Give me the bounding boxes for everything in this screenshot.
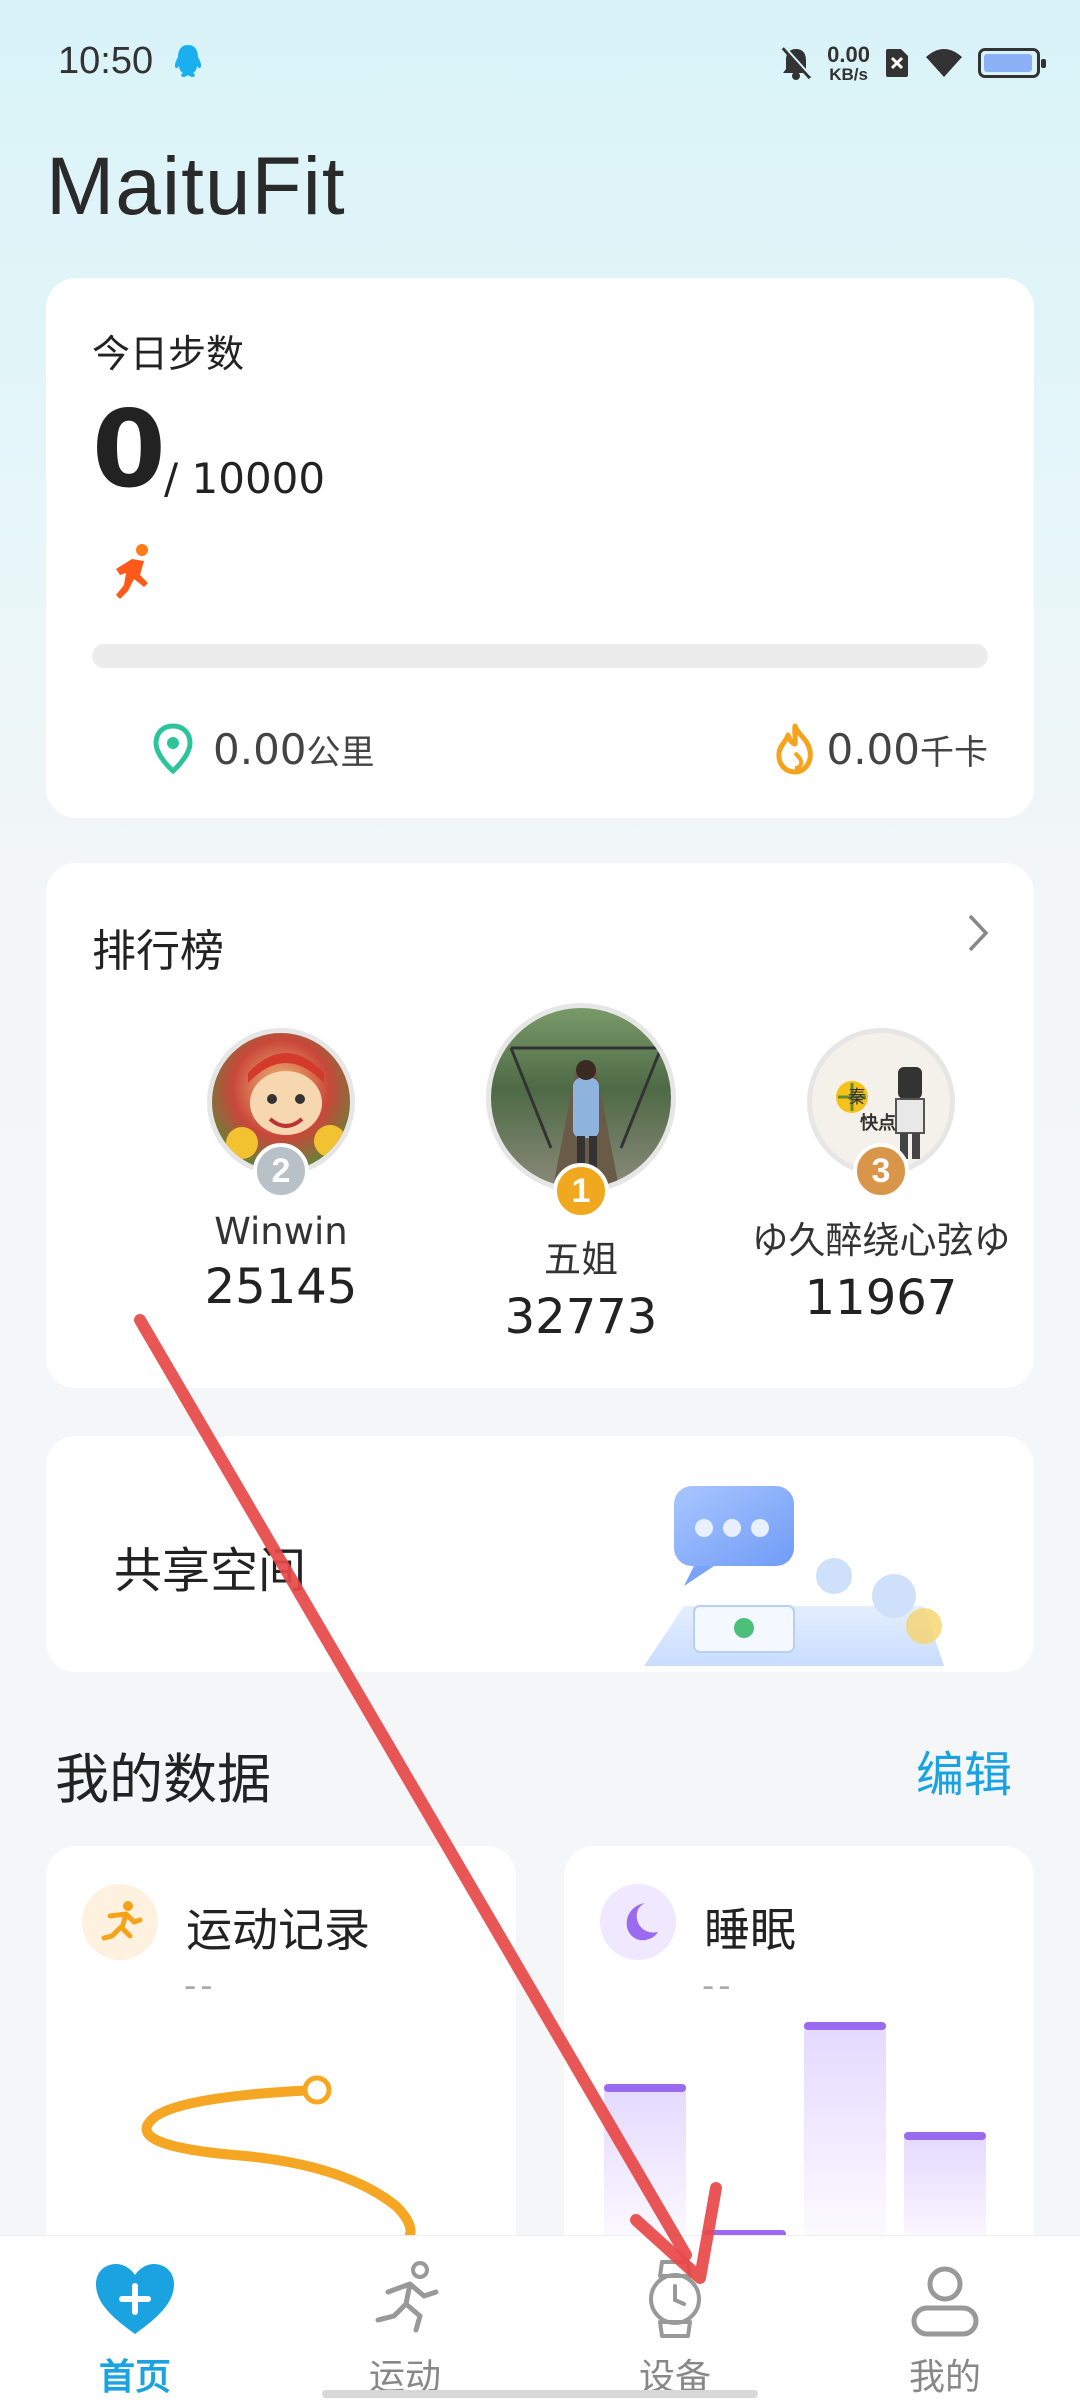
sleep-value: -- (702, 1966, 735, 2006)
nav-home-label: 首页 (98, 2357, 171, 2398)
running-icon (375, 2261, 439, 2333)
steps-progress-bar (92, 644, 988, 668)
app-title: MaituFit (46, 141, 346, 232)
ranking-title: 排行榜 (92, 926, 224, 977)
sim-x-icon (886, 49, 908, 77)
calories-stat: 0.00 千卡 (774, 723, 988, 775)
sleep-icon-wrap (600, 1884, 676, 1960)
avatar-caption-text: 快点 (860, 1112, 896, 1134)
qq-icon (174, 45, 202, 77)
nav-me[interactable]: 我的 (845, 2254, 1045, 2400)
medal-silver: 2 (253, 1143, 309, 1199)
exercise-route-graphic (121, 2075, 416, 2266)
chevron-right-icon[interactable] (958, 908, 998, 958)
steps-goal: / 10000 (164, 454, 326, 503)
my-data-title: 我的数据 (55, 1748, 271, 1811)
flame-icon (776, 723, 814, 775)
edit-button[interactable]: 编辑 (916, 1735, 1012, 1805)
nav-home[interactable]: 首页 (35, 2254, 235, 2400)
chat-bubbles-illustration (644, 1486, 944, 1666)
exercise-icon-wrap (82, 1884, 158, 1960)
steps-card[interactable]: 今日步数 0 / 10000 0.00 公里 0.00 千卡 (46, 278, 1034, 818)
ranking-card[interactable]: 排行榜 2 Winwin 25145 1 五姐 32773 秦 快点 3 ゆ久醉… (46, 863, 1034, 1388)
ranking-name: Winwin (214, 1210, 348, 1253)
location-pin-icon (153, 723, 193, 775)
share-space-title: 共享空间 (114, 1543, 307, 1599)
steps-label: 今日步数 (92, 332, 245, 376)
avatar-badge-text: 秦 (848, 1087, 866, 1108)
sleep-bars-graphic (604, 2022, 986, 2266)
battery-icon (978, 48, 1046, 78)
status-time: 10:50 (58, 40, 154, 82)
moon-icon (626, 1903, 658, 1941)
ranking-steps: 32773 (504, 1289, 658, 1345)
distance-value: 0.00 (213, 724, 307, 774)
bottom-nav: 首页 运动 设备 我的 (0, 2235, 1080, 2408)
exercise-record-title: 运动记录 (186, 1903, 370, 1957)
user-icon (911, 2266, 979, 2337)
distance-stat: 0.00 公里 (151, 723, 375, 775)
watch-icon (649, 2260, 701, 2338)
nav-me-label: 我的 (908, 2357, 981, 2398)
home-indicator[interactable] (322, 2390, 758, 2398)
exercise-record-card[interactable]: 运动记录 -- (46, 1846, 516, 2266)
ranking-steps: 11967 (804, 1270, 958, 1326)
ranking-entry-2[interactable]: 2 Winwin 25145 (141, 1028, 421, 1315)
status-icons: 0.00 KB/s (779, 38, 1046, 88)
nav-device[interactable]: 设备 (575, 2254, 775, 2400)
ranking-entry-3[interactable]: 秦 快点 3 ゆ久醉绕心弦ゆ 11967 (741, 1028, 1021, 1326)
share-space-card[interactable]: 共享空间 (46, 1436, 1034, 1672)
distance-unit: 公里 (306, 732, 375, 773)
sleep-title: 睡眠 (704, 1903, 796, 1957)
calories-value: 0.00 (826, 724, 920, 774)
net-speed: 0.00 KB/s (827, 41, 870, 84)
mute-icon (781, 45, 812, 80)
runner-icon (116, 544, 148, 599)
calories-unit: 千卡 (920, 732, 988, 773)
ranking-name: ゆ久醉绕心弦ゆ (751, 1219, 1011, 1262)
medal-gold: 1 (553, 1163, 609, 1219)
nav-sport[interactable]: 运动 (305, 2254, 505, 2400)
ranking-entry-1[interactable]: 1 五姐 32773 (441, 1003, 721, 1345)
wifi-icon (926, 49, 962, 77)
ranking-name: 五姐 (544, 1238, 618, 1281)
ranking-steps: 25145 (204, 1259, 358, 1315)
sleep-card[interactable]: 睡眠 -- (564, 1846, 1034, 2266)
exercise-record-value: -- (184, 1966, 217, 2006)
heart-plus-icon (96, 2264, 174, 2334)
running-icon (101, 1901, 143, 1941)
status-bar: 10:50 0.00 KB/s (0, 0, 1080, 125)
medal-bronze: 3 (853, 1143, 909, 1199)
steps-value: 0 (92, 388, 166, 511)
